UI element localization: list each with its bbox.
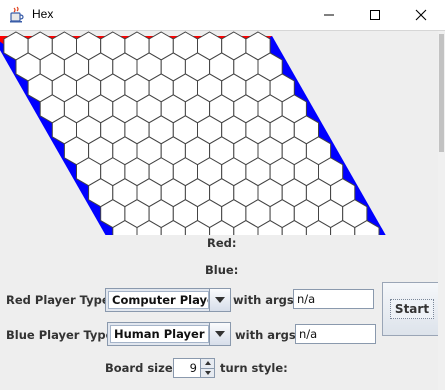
blue-args-input[interactable]: n/a	[295, 324, 376, 344]
window-title: Hex	[32, 7, 54, 21]
board-size-value[interactable]: 9	[174, 359, 200, 377]
minimize-icon	[324, 14, 334, 16]
board-size-spinner[interactable]: 9	[173, 358, 215, 378]
spinner-up-icon[interactable]	[201, 359, 214, 368]
red-args-input[interactable]: n/a	[293, 289, 374, 309]
chevron-down-icon[interactable]	[209, 323, 230, 345]
blue-player-type-select[interactable]: Human Player	[107, 322, 231, 346]
blue-player-type-label: Blue Player Type:	[6, 328, 119, 342]
maximize-button[interactable]	[352, 0, 398, 30]
start-button[interactable]: Start	[382, 282, 442, 336]
blue-player-type-value: Human Player	[110, 325, 209, 343]
start-button-label: Start	[389, 299, 435, 319]
spinner-down-icon[interactable]	[201, 367, 214, 378]
blue-status-label: Blue:	[205, 263, 239, 277]
scrollbar-thumb[interactable]	[439, 34, 444, 152]
turn-style-label: turn style:	[220, 361, 288, 375]
title-bar: Hex	[0, 0, 445, 31]
blue-args-label: with args:	[235, 328, 301, 342]
minimize-button[interactable]	[306, 0, 352, 30]
close-icon	[415, 9, 427, 21]
board-size-label: Board size:	[105, 361, 178, 375]
java-cup-icon	[10, 6, 24, 23]
hex-board[interactable]	[0, 30, 438, 235]
close-button[interactable]	[398, 0, 444, 30]
red-status-label: Red:	[207, 236, 237, 250]
maximize-icon	[370, 10, 380, 20]
chevron-down-icon[interactable]	[209, 289, 230, 311]
red-args-label: with args:	[233, 293, 299, 307]
red-player-type-value: Computer Player	[108, 291, 209, 309]
red-player-type-select[interactable]: Computer Player	[105, 288, 231, 312]
red-player-type-label: Red Player Type:	[6, 293, 115, 307]
